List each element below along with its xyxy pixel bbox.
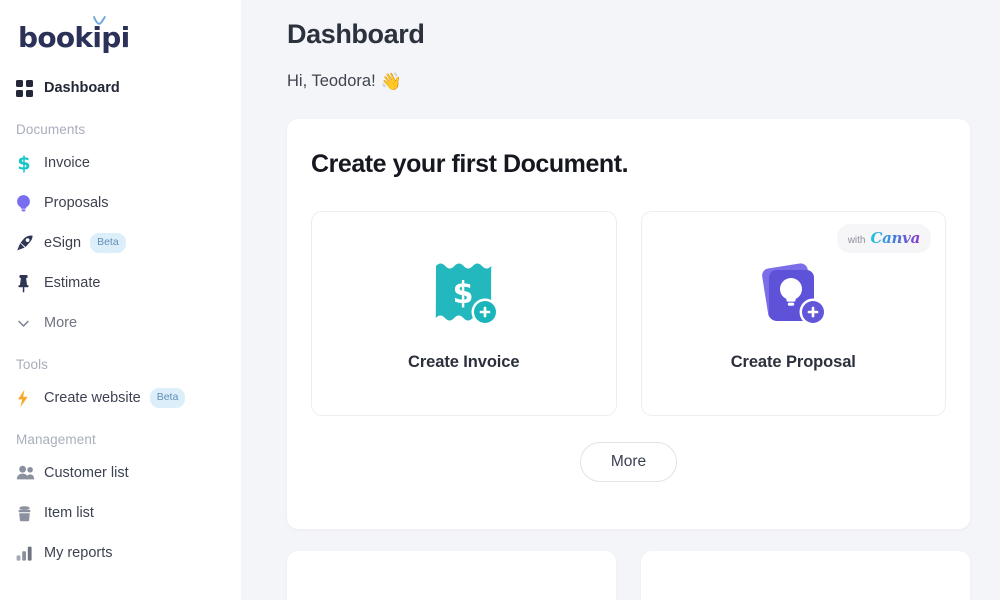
create-invoice-label: Create Invoice [408, 352, 520, 371]
logo-container[interactable]: bookipi [0, 0, 241, 62]
canva-prefix: with [847, 234, 866, 246]
sidebar-item-label: Invoice [44, 155, 90, 171]
bar-chart-icon [16, 545, 44, 561]
app-root: bookipi Dashboard Documents $ Invoice Pr… [0, 0, 1000, 600]
sidebar-section-documents-title: Documents [16, 122, 86, 137]
create-document-card: Create your first Document. $ Create Inv… [287, 118, 970, 529]
sidebar-item-invoice[interactable]: $ Invoice [0, 143, 241, 183]
sidebar-item-label: eSign [44, 235, 82, 251]
bookipi-logo: bookipi [18, 16, 130, 54]
create-proposal-label: Create Proposal [730, 352, 856, 371]
bottom-cards-row [287, 550, 970, 600]
more-button[interactable]: More [579, 441, 678, 482]
document-tiles: $ Create Invoice with Canva Create Propo… [311, 210, 946, 416]
sidebar-item-esign[interactable]: eSign Beta [0, 223, 241, 263]
logo-swoosh-icon [93, 16, 106, 25]
sidebar: bookipi Dashboard Documents $ Invoice Pr… [0, 0, 241, 600]
sidebar-item-dashboard[interactable]: Dashboard [0, 68, 241, 108]
sidebar-item-label: Proposals [44, 195, 109, 211]
greeting: Hi, Teodora! 👋 [287, 72, 970, 92]
grid-icon [16, 79, 44, 97]
proposal-lightbulb-icon [755, 255, 831, 331]
sidebar-item-item-list[interactable]: Item list [0, 493, 241, 533]
page-title: Dashboard [287, 19, 425, 49]
sidebar-top-nav: Dashboard [0, 68, 241, 108]
dollar-icon: $ [16, 153, 44, 173]
sidebar-item-label: Item list [44, 505, 94, 521]
chevron-down-icon [16, 316, 44, 331]
sidebar-item-label: Estimate [44, 275, 101, 291]
sidebar-section-tools-title: Tools [16, 357, 49, 372]
sidebar-item-label: Dashboard [44, 80, 120, 96]
with-canva-badge: with Canva [836, 223, 931, 253]
more-button-row: More [311, 441, 946, 482]
svg-text:$: $ [17, 153, 30, 173]
invoice-receipt-icon: $ [426, 255, 502, 331]
main-content: Dashboard Hi, Teodora! 👋 Create your fir… [241, 0, 1000, 600]
sidebar-item-proposals[interactable]: Proposals [0, 183, 241, 223]
bottom-card-left[interactable] [287, 550, 616, 600]
sidebar-section-management-title: Management [16, 432, 96, 447]
logo-text: bookipi [18, 21, 130, 54]
greeting-text: Hi, Teodora! [287, 72, 376, 91]
sidebar-item-label: My reports [44, 545, 113, 561]
svg-text:$: $ [452, 276, 473, 311]
people-icon [16, 465, 44, 481]
sidebar-item-customer-list[interactable]: Customer list [0, 453, 241, 493]
sidebar-item-my-reports[interactable]: My reports [0, 533, 241, 573]
sidebar-item-create-website[interactable]: Create website Beta [0, 378, 241, 418]
beta-badge: Beta [90, 233, 126, 253]
sidebar-item-label: Customer list [44, 465, 129, 481]
sidebar-item-label: More [44, 315, 78, 331]
pushpin-icon [16, 274, 44, 293]
canva-wordmark: Canva [870, 228, 921, 247]
box-icon [16, 505, 44, 522]
create-proposal-tile[interactable]: with Canva Create Proposal [640, 210, 946, 416]
beta-badge: Beta [149, 388, 186, 408]
create-document-title: Create your first Document. [311, 149, 629, 178]
lightning-bolt-icon [16, 389, 44, 408]
sidebar-item-estimate[interactable]: Estimate [0, 263, 241, 303]
sidebar-item-more[interactable]: More [0, 303, 241, 343]
waving-hand-icon: 👋 [380, 71, 402, 92]
sidebar-item-label: Create website [44, 390, 141, 406]
lightbulb-icon [16, 194, 44, 213]
pen-nib-icon [16, 234, 44, 252]
create-invoice-tile[interactable]: $ Create Invoice [311, 210, 617, 416]
bottom-card-right[interactable] [641, 550, 970, 600]
